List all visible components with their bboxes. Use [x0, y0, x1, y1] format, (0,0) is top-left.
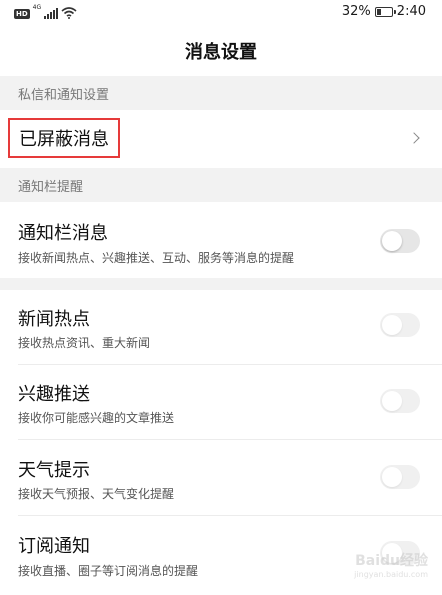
notification-item-weather[interactable]: 天气提示 接收天气预报、天气变化提醒 — [0, 440, 442, 515]
item-title: 新闻热点 — [18, 309, 90, 330]
section-header-notification-label: 通知栏提醒 — [18, 179, 84, 195]
item-subtitle: 接收新闻热点、兴趣推送、互动、服务等消息的提醒 — [18, 251, 295, 265]
battery-fill — [376, 8, 381, 15]
toggle-knob — [382, 315, 402, 335]
battery-percent: 32% — [341, 4, 371, 19]
item-title: 订阅通知 — [18, 536, 90, 557]
network-type: 4G — [32, 4, 42, 11]
notification-master-toggle[interactable] — [380, 229, 420, 253]
item-title: 兴趣推送 — [18, 384, 90, 405]
interest-toggle[interactable] — [380, 389, 420, 413]
item-subtitle: 接收直播、圈子等订阅消息的提醒 — [18, 564, 199, 578]
section-header-notification: 通知栏提醒 — [0, 168, 442, 202]
section-header-private: 私信和通知设置 — [0, 76, 442, 110]
item-subtitle: 接收热点资讯、重大新闻 — [18, 336, 151, 350]
watermark-url: jingyan.baidu.com — [354, 570, 428, 579]
toggle-knob — [382, 391, 402, 411]
watermark-brand: Baidu经验 — [355, 553, 428, 569]
section-header-private-label: 私信和通知设置 — [18, 87, 110, 103]
toggle-knob — [382, 231, 402, 251]
battery-icon — [374, 6, 396, 17]
page-title: 消息设置 — [185, 42, 257, 63]
item-subtitle: 接收你可能感兴趣的文章推送 — [18, 411, 175, 425]
notification-item-news[interactable]: 新闻热点 接收热点资讯、重大新闻 — [0, 290, 442, 364]
blocked-messages-highlight: 已屏蔽消息 — [8, 118, 120, 158]
toggle-knob — [382, 467, 402, 487]
signal-icon — [44, 8, 59, 19]
status-left: HD 4G — [14, 5, 77, 19]
blocked-messages-label: 已屏蔽消息 — [19, 129, 109, 150]
item-title: 通知栏消息 — [18, 223, 108, 244]
status-bar: HD 4G 32% 2:40 — [0, 0, 442, 26]
clock: 2:40 — [396, 4, 426, 19]
weather-toggle[interactable] — [380, 465, 420, 489]
watermark: Baidu经验 jingyan.baidu.com — [354, 550, 428, 579]
item-title: 天气提示 — [18, 460, 90, 481]
status-right: 32% 2:40 — [342, 4, 426, 19]
notification-item-master[interactable]: 通知栏消息 接收新闻热点、兴趣推送、互动、服务等消息的提醒 — [0, 202, 442, 278]
chevron-right-icon — [408, 132, 420, 144]
news-toggle[interactable] — [380, 313, 420, 337]
hd-badge: HD — [14, 9, 30, 19]
notification-item-interest[interactable]: 兴趣推送 接收你可能感兴趣的文章推送 — [0, 365, 442, 439]
title-bar: 消息设置 — [0, 26, 442, 76]
section-gap — [0, 278, 442, 290]
blocked-messages-row[interactable]: 已屏蔽消息 — [0, 110, 442, 168]
wifi-icon — [61, 7, 77, 19]
item-subtitle: 接收天气预报、天气变化提醒 — [18, 487, 175, 501]
